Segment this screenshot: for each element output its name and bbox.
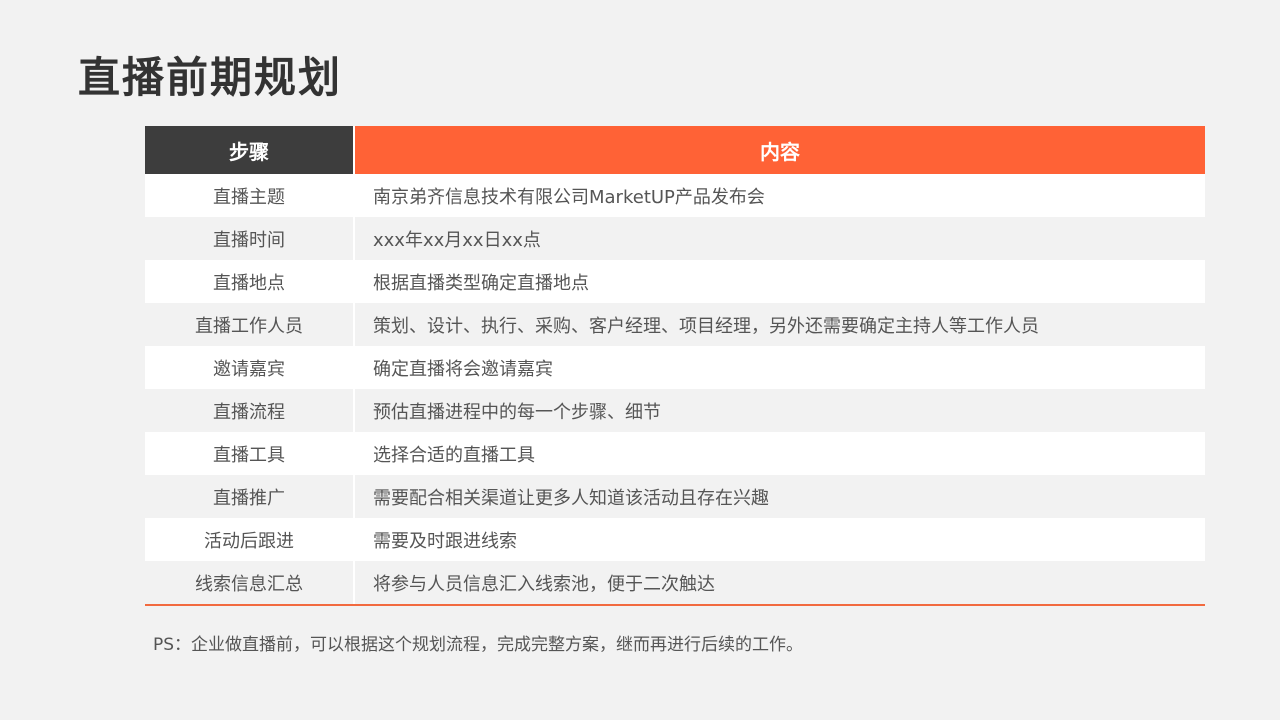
content-cell: 南京弟齐信息技术有限公司MarketUP产品发布会 [373, 186, 765, 208]
table-row: 直播主题 南京弟齐信息技术有限公司MarketUP产品发布会 [145, 174, 1205, 217]
footnote: PS：企业做直播前，可以根据这个规划流程，完成完整方案，继而再进行后续的工作。 [153, 635, 804, 655]
table-row: 直播时间 xxx年xx月xx日xx点 [145, 217, 1205, 260]
content-cell: 将参与人员信息汇入线索池，便于二次触达 [373, 573, 715, 595]
header-content: 内容 [355, 126, 1205, 174]
content-cell: 根据直播类型确定直播地点 [373, 272, 589, 294]
planning-table: 步骤 内容 直播主题 南京弟齐信息技术有限公司MarketUP产品发布会 直播时… [145, 126, 1205, 606]
step-cell: 线索信息汇总 [195, 573, 303, 595]
step-cell: 活动后跟进 [204, 530, 294, 552]
content-cell: 确定直播将会邀请嘉宾 [373, 358, 553, 380]
step-cell: 直播主题 [213, 186, 285, 208]
table-row: 邀请嘉宾 确定直播将会邀请嘉宾 [145, 346, 1205, 389]
page-title: 直播前期规划 [78, 53, 343, 102]
step-cell: 直播时间 [213, 229, 285, 251]
step-cell: 直播工具 [213, 444, 285, 466]
table-row: 直播地点 根据直播类型确定直播地点 [145, 260, 1205, 303]
content-cell: 需要及时跟进线索 [373, 530, 517, 552]
table-row: 线索信息汇总 将参与人员信息汇入线索池，便于二次触达 [145, 561, 1205, 604]
step-cell: 直播工作人员 [195, 315, 303, 337]
content-cell: 选择合适的直播工具 [373, 444, 535, 466]
content-cell: 策划、设计、执行、采购、客户经理、项目经理，另外还需要确定主持人等工作人员 [373, 315, 1039, 337]
step-cell: 直播推广 [213, 487, 285, 509]
content-cell: 预估直播进程中的每一个步骤、细节 [373, 401, 661, 423]
table-row: 直播工具 选择合适的直播工具 [145, 432, 1205, 475]
table-row: 直播流程 预估直播进程中的每一个步骤、细节 [145, 389, 1205, 432]
content-cell: xxx年xx月xx日xx点 [373, 229, 541, 251]
step-cell: 直播流程 [213, 401, 285, 423]
step-cell: 直播地点 [213, 272, 285, 294]
slide: 直播前期规划 步骤 内容 直播主题 南京弟齐信息技术有限公司MarketUP产品… [0, 0, 1280, 720]
table-row: 直播推广 需要配合相关渠道让更多人知道该活动且存在兴趣 [145, 475, 1205, 518]
table-header: 步骤 内容 [145, 126, 1205, 174]
step-cell: 邀请嘉宾 [213, 358, 285, 380]
table-row: 活动后跟进 需要及时跟进线索 [145, 518, 1205, 561]
table-row: 直播工作人员 策划、设计、执行、采购、客户经理、项目经理，另外还需要确定主持人等… [145, 303, 1205, 346]
content-cell: 需要配合相关渠道让更多人知道该活动且存在兴趣 [373, 487, 769, 509]
header-step: 步骤 [145, 126, 353, 174]
